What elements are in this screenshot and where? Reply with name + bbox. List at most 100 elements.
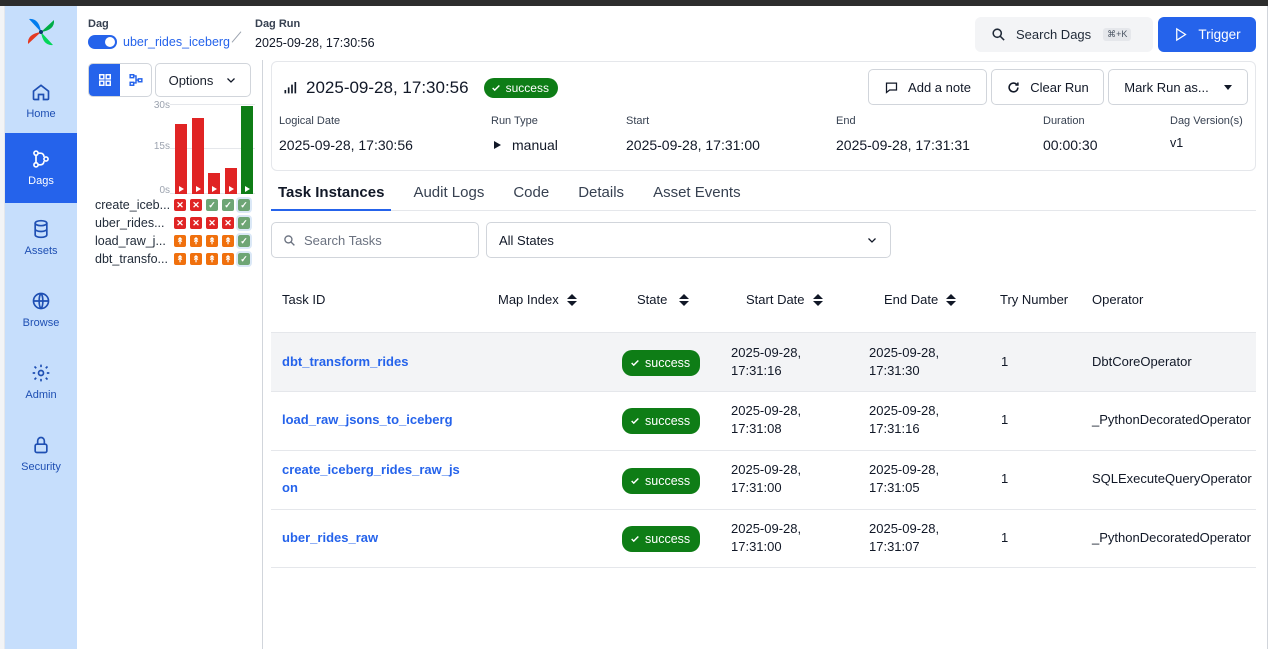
grid-task-name[interactable]: dbt_transfo... — [88, 252, 174, 266]
nav-dags[interactable]: Dags — [5, 133, 77, 203]
grid-task-row[interactable]: create_iceb... ✕ ✕ ✓ ✓ ✓ — [88, 196, 258, 214]
task-instance-cell[interactable]: ✓ — [236, 251, 252, 267]
field-label: Run Type — [491, 115, 538, 127]
clear-run-button[interactable]: Clear Run — [991, 69, 1104, 105]
nav-assets[interactable]: Assets — [5, 203, 77, 273]
column-try-number[interactable]: Try Number — [1000, 292, 1068, 307]
run-state-badge: success — [483, 78, 558, 98]
run-duration-bar[interactable] — [208, 173, 220, 194]
run-duration-bar[interactable] — [224, 168, 237, 194]
sort-icon — [679, 293, 690, 306]
options-button[interactable]: Options — [155, 63, 251, 97]
task-instance-cell[interactable]: ✓ — [206, 199, 218, 211]
airflow-logo-icon[interactable] — [25, 16, 57, 48]
column-operator[interactable]: Operator — [1092, 292, 1143, 307]
chevron-down-icon — [227, 78, 236, 83]
panel-divider[interactable] — [262, 60, 263, 649]
trigger-label: Trigger — [1198, 27, 1241, 42]
breadcrumb-run-value[interactable]: 2025-09-28, 17:30:56 — [255, 36, 375, 50]
task-instance-cell[interactable]: ✕ — [190, 199, 202, 211]
task-instance-cell[interactable]: ↟ — [222, 253, 234, 265]
add-note-button[interactable]: Add a note — [868, 69, 987, 105]
column-state[interactable]: State — [637, 292, 690, 307]
task-instance-cell[interactable]: ✓ — [222, 199, 234, 211]
search-icon — [284, 234, 295, 246]
task-id-link[interactable]: uber_rides_raw — [282, 529, 467, 547]
task-id-link[interactable]: dbt_transform_rides — [282, 353, 467, 371]
check-icon — [631, 535, 639, 543]
task-instance-cell[interactable]: ✕ — [222, 217, 234, 229]
task-instance-cell[interactable]: ✓ — [236, 233, 252, 249]
task-instance-cell[interactable]: ↟ — [174, 253, 186, 265]
check-icon — [631, 477, 639, 485]
column-map-index[interactable]: Map Index — [498, 292, 577, 307]
grid-task-name[interactable]: uber_rides... — [88, 216, 174, 230]
grid-task-name[interactable]: load_raw_j... — [88, 234, 174, 248]
task-id-link[interactable]: create_iceberg_rides_raw_json — [282, 461, 462, 497]
column-label: Operator — [1092, 292, 1144, 307]
grid-task-row[interactable]: uber_rides... ✕ ✕ ✕ ✕ ✓ — [88, 214, 258, 232]
field-duration: Duration 00:00:30 — [1043, 115, 1098, 153]
table-row[interactable]: create_iceberg_rides_raw_json success 20… — [271, 450, 1256, 509]
operator: SQLExecuteQueryOperator — [1092, 471, 1252, 486]
state-badge: success — [622, 350, 701, 376]
task-instance-cell[interactable]: ↟ — [174, 235, 186, 247]
start-time: 17:31:16 — [731, 363, 782, 378]
end-time: 17:31:07 — [869, 539, 920, 554]
dag-pause-toggle[interactable] — [88, 35, 117, 49]
task-instance-cell[interactable]: ✕ — [174, 199, 186, 211]
run-duration-bar[interactable] — [191, 118, 204, 194]
state-text: success — [645, 414, 691, 428]
tab-asset-events[interactable]: Asset Events — [646, 176, 748, 211]
grid-task-row[interactable]: dbt_transfo... ↟ ↟ ↟ ↟ ✓ — [88, 250, 258, 268]
table-row[interactable]: uber_rides_raw success 2025-09-28, 17:31:… — [271, 509, 1256, 568]
column-start-date[interactable]: Start Date — [746, 292, 823, 307]
field-value[interactable]: v1 — [1170, 136, 1243, 150]
end-date: 2025-09-28, — [869, 403, 940, 418]
field-label: Duration — [1043, 115, 1085, 127]
task-instance-cell[interactable]: ↟ — [190, 235, 202, 247]
task-instance-cell[interactable]: ✕ — [190, 217, 202, 229]
trigger-button[interactable]: Trigger — [1158, 17, 1256, 52]
task-instance-cell[interactable]: ↟ — [206, 253, 218, 265]
nav-admin[interactable]: Admin — [5, 347, 77, 417]
table-row[interactable]: load_raw_jsons_to_iceberg success 2025-0… — [271, 391, 1256, 450]
tab-code[interactable]: Code — [506, 176, 556, 211]
tab-task-instances[interactable]: Task Instances — [271, 176, 392, 211]
task-instance-cell[interactable]: ✕ — [206, 217, 218, 229]
nav-home[interactable]: Home — [5, 66, 77, 136]
graph-view-button[interactable] — [120, 64, 151, 96]
operator: _PythonDecoratedOperator — [1092, 530, 1251, 545]
task-instance-cell[interactable]: ↟ — [222, 235, 234, 247]
tab-details[interactable]: Details — [571, 176, 631, 211]
tab-audit-logs[interactable]: Audit Logs — [406, 176, 491, 211]
start-time: 17:31:00 — [731, 539, 782, 554]
nav-security[interactable]: Security — [5, 419, 77, 489]
search-tasks-input[interactable]: Search Tasks — [271, 222, 479, 258]
mark-run-as-button[interactable]: Mark Run as... — [1108, 69, 1248, 105]
run-duration-bar[interactable] — [241, 106, 253, 194]
grid-task-row[interactable]: load_raw_j... ↟ ↟ ↟ ↟ ✓ — [88, 232, 258, 250]
note-icon — [885, 82, 898, 94]
task-id-link[interactable]: load_raw_jsons_to_iceberg — [282, 411, 467, 429]
run-state-text: success — [505, 81, 549, 95]
search-dags-button[interactable]: Search Dags ⌘+K — [975, 17, 1153, 52]
grid-view-button[interactable] — [89, 64, 120, 96]
grid-task-name[interactable]: create_iceb... — [88, 198, 174, 212]
column-end-date[interactable]: End Date — [884, 292, 957, 307]
state-filter-select[interactable]: All States — [486, 222, 891, 258]
task-instance-cell[interactable]: ✓ — [236, 215, 252, 231]
column-task-id[interactable]: Task ID — [282, 292, 325, 307]
play-icon — [1176, 27, 1188, 42]
run-duration-bar[interactable] — [175, 124, 187, 194]
task-instance-cell[interactable]: ✓ — [236, 197, 252, 213]
nav-browse[interactable]: Browse — [5, 275, 77, 345]
task-instance-cell[interactable]: ↟ — [190, 253, 202, 265]
table-row[interactable]: dbt_transform_rides success 2025-09-28, 1… — [271, 332, 1256, 391]
field-value: manual — [512, 137, 558, 153]
operator: DbtCoreOperator — [1092, 354, 1192, 369]
operator: _PythonDecoratedOperator — [1092, 412, 1251, 427]
dag-name-link[interactable]: uber_rides_iceberg — [123, 35, 230, 49]
task-instance-cell[interactable]: ✕ — [174, 217, 186, 229]
task-instance-cell[interactable]: ↟ — [206, 235, 218, 247]
